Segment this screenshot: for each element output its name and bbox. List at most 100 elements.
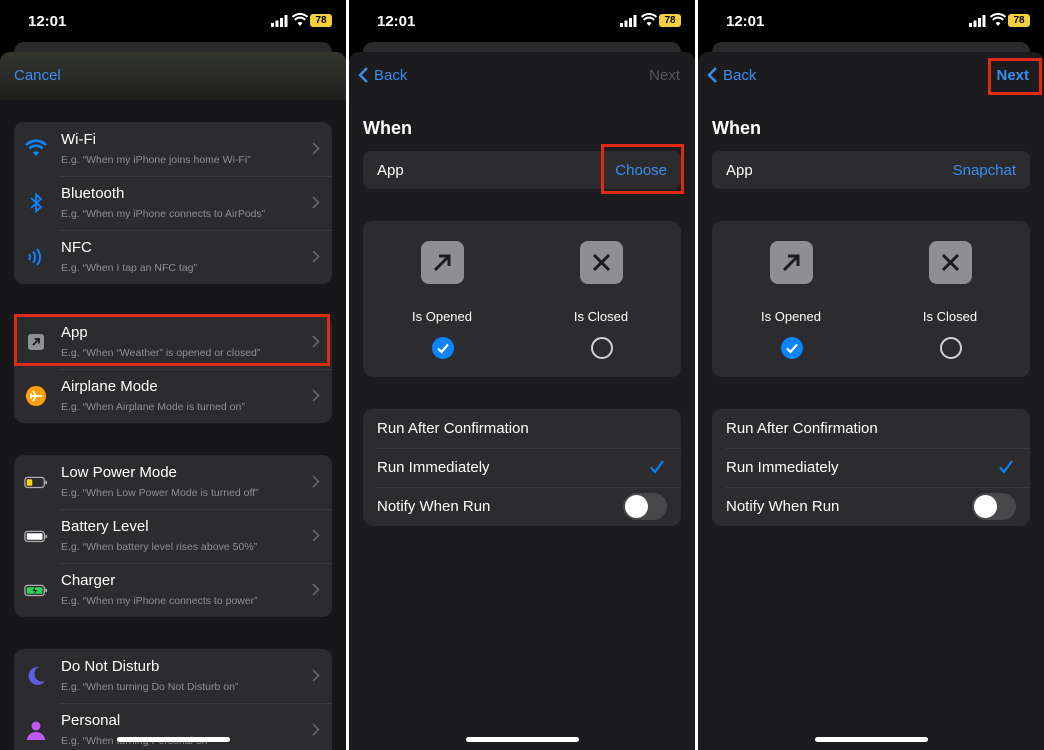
close-x-icon <box>929 241 972 284</box>
app-selector-row[interactable]: App Snapchat <box>712 151 1030 189</box>
checkmark-icon <box>650 460 664 474</box>
trigger-row-wifi[interactable]: Wi-Fi E.g. “When my iPhone joins home Wi… <box>14 122 332 176</box>
sheet-stack-edge <box>363 42 681 52</box>
home-indicator[interactable] <box>117 737 230 742</box>
notify-when-run-row: Notify When Run <box>363 487 681 526</box>
status-bar: 12:01 78 <box>349 0 695 44</box>
trigger-row-bluetooth[interactable]: Bluetooth E.g. “When my iPhone connects … <box>14 176 332 230</box>
trigger-title: Airplane Mode <box>61 378 158 395</box>
next-button[interactable]: Next <box>649 67 680 84</box>
wifi-status-icon <box>641 13 657 26</box>
trigger-subtitle: E.g. “When my iPhone connects to power” <box>61 595 258 607</box>
trigger-group-power: Low Power Mode E.g. “When Low Power Mode… <box>14 455 332 617</box>
run-after-confirmation-row[interactable]: Run After Confirmation <box>712 409 1030 448</box>
chevron-right-icon <box>312 142 320 155</box>
trigger-title: Wi-Fi <box>61 131 96 148</box>
trigger-title: Do Not Disturb <box>61 658 160 675</box>
trigger-subtitle: E.g. “When I tap an NFC tag” <box>61 262 197 274</box>
option-is-opened[interactable]: Is Opened <box>741 241 841 367</box>
option-is-opened[interactable]: Is Opened <box>392 241 492 367</box>
trigger-subtitle: E.g. “When Low Power Mode is turned off” <box>61 487 259 499</box>
trigger-row-battery-level[interactable]: Battery Level E.g. “When battery level r… <box>14 509 332 563</box>
unchecked-radio-icon[interactable] <box>591 337 613 359</box>
app-state-selector: Is Opened Is Closed <box>363 221 681 377</box>
trigger-title: NFC <box>61 239 92 256</box>
trigger-subtitle: E.g. “When my iPhone connects to AirPods… <box>61 208 266 220</box>
status-bar: 12:01 78 <box>698 0 1044 44</box>
charging-icon <box>24 584 48 597</box>
trigger-subtitle: E.g. “When my iPhone joins home Wi-Fi” <box>61 154 251 166</box>
run-settings: Run After Confirmation Run Immediately N… <box>363 409 681 526</box>
notify-toggle[interactable] <box>972 493 1016 520</box>
trigger-row-low-power-mode[interactable]: Low Power Mode E.g. “When Low Power Mode… <box>14 455 332 509</box>
wifi-status-icon <box>292 13 308 26</box>
chevron-right-icon <box>312 196 320 209</box>
trigger-title: Personal <box>61 712 121 729</box>
run-option-label: Run After Confirmation <box>726 420 878 437</box>
option-is-closed[interactable]: Is Closed <box>900 241 1000 367</box>
trigger-group-focus: Do Not Disturb E.g. “When turning Do Not… <box>14 649 332 750</box>
trigger-subtitle: E.g. “When battery level rises above 50%… <box>61 541 258 553</box>
app-row-highlight-box <box>14 314 330 366</box>
battery-icon <box>24 530 48 543</box>
run-option-label: Notify When Run <box>377 498 491 515</box>
run-after-confirmation-row[interactable]: Run After Confirmation <box>363 409 681 448</box>
home-indicator[interactable] <box>466 737 579 742</box>
checked-radio-icon[interactable] <box>781 337 803 359</box>
person-icon <box>27 721 45 740</box>
checked-radio-icon[interactable] <box>432 337 454 359</box>
trigger-row-charger[interactable]: Charger E.g. “When my iPhone connects to… <box>14 563 332 617</box>
battery-status-icon: 78 <box>659 14 681 27</box>
trigger-title: Charger <box>61 572 116 589</box>
notify-when-run-row: Notify When Run <box>712 487 1030 526</box>
selected-app-value[interactable]: Snapchat <box>953 162 1016 179</box>
trigger-row-airplane-mode[interactable]: Airplane Mode E.g. “When Airplane Mode i… <box>14 369 332 423</box>
run-immediately-row[interactable]: Run Immediately <box>712 448 1030 487</box>
cellular-signal-icon <box>969 15 986 27</box>
notify-toggle[interactable] <box>623 493 667 520</box>
app-label: App <box>726 162 753 179</box>
chevron-right-icon <box>312 529 320 542</box>
cellular-signal-icon <box>620 15 637 27</box>
toggle-knob <box>625 495 648 518</box>
run-option-label: Run Immediately <box>726 459 839 476</box>
airplane-icon <box>26 386 46 406</box>
battery-status-icon: 78 <box>310 14 332 27</box>
nfc-icon <box>28 248 41 266</box>
cellular-signal-icon <box>271 15 288 27</box>
close-x-icon <box>580 241 623 284</box>
choose-highlight-box <box>601 144 684 194</box>
home-indicator[interactable] <box>815 737 928 742</box>
checkmark-icon <box>999 460 1013 474</box>
trigger-group-connectivity: Wi-Fi E.g. “When my iPhone joins home Wi… <box>14 122 332 284</box>
trigger-title: Low Power Mode <box>61 464 177 481</box>
moon-icon <box>28 666 45 685</box>
option-is-closed[interactable]: Is Closed <box>551 241 651 367</box>
chevron-right-icon <box>312 583 320 596</box>
wifi-icon <box>25 139 47 156</box>
trigger-title: Battery Level <box>61 518 149 535</box>
option-label: Is Opened <box>412 309 472 324</box>
automation-trigger-list-screen: 12:01 78 Cancel Wi-Fi E.g. “When my iPho… <box>0 0 346 750</box>
next-highlight-box <box>988 58 1042 95</box>
chevron-left-icon[interactable] <box>706 66 718 84</box>
wifi-status-icon <box>990 13 1006 26</box>
chevron-left-icon[interactable] <box>357 66 369 84</box>
section-heading-when: When <box>363 118 412 138</box>
trigger-row-do-not-disturb[interactable]: Do Not Disturb E.g. “When turning Do Not… <box>14 649 332 703</box>
trigger-row-nfc[interactable]: NFC E.g. “When I tap an NFC tag” <box>14 230 332 284</box>
low-battery-icon <box>24 476 48 489</box>
chevron-right-icon <box>312 475 320 488</box>
unchecked-radio-icon[interactable] <box>940 337 962 359</box>
app-trigger-choose-screen: 12:01 78 Back Next When App Choose Is Op… <box>349 0 695 750</box>
app-state-selector: Is Opened Is Closed <box>712 221 1030 377</box>
back-button[interactable]: Back <box>374 67 407 84</box>
cancel-button[interactable]: Cancel <box>14 67 61 84</box>
back-button[interactable]: Back <box>723 67 756 84</box>
opened-arrow-icon <box>770 241 813 284</box>
bluetooth-icon <box>30 192 43 214</box>
sheet-stack-edge <box>14 42 332 52</box>
run-immediately-row[interactable]: Run Immediately <box>363 448 681 487</box>
trigger-row-personal[interactable]: Personal E.g. “When turning Personal on” <box>14 703 332 750</box>
section-heading-when: When <box>712 118 761 138</box>
